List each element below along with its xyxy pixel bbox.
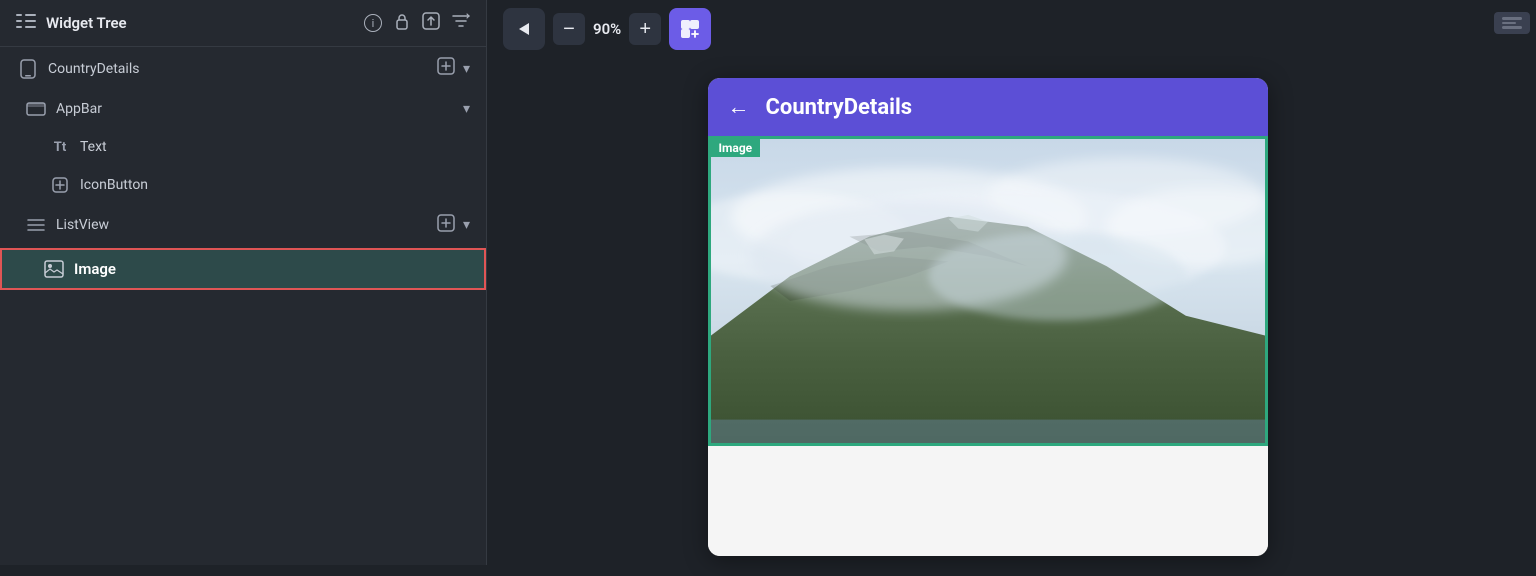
panel-header: Widget Tree i xyxy=(0,0,486,47)
zoom-level: 90% xyxy=(593,20,621,38)
panel-toggle-icon[interactable] xyxy=(1494,12,1530,34)
text-label: Text xyxy=(80,139,470,155)
phone-icon xyxy=(16,60,40,78)
zoom-value: 90% xyxy=(593,20,621,38)
appbar-label: AppBar xyxy=(56,101,463,117)
tree-item-iconbutton[interactable]: IconButton xyxy=(0,166,486,204)
dropdown-icon[interactable]: ▾ xyxy=(463,61,470,77)
left-panel: Widget Tree i xyxy=(0,0,487,565)
image-label: Image xyxy=(74,260,468,278)
tree-item-image[interactable]: Image xyxy=(0,248,486,290)
listview-actions: ▾ xyxy=(437,214,470,236)
country-details-label: CountryDetails xyxy=(48,61,437,77)
image-badge: Image xyxy=(711,139,761,157)
tree-item-listview[interactable]: ListView ▾ xyxy=(0,204,486,246)
upload-icon[interactable] xyxy=(422,12,440,34)
back-button[interactable]: ← xyxy=(728,94,750,120)
tree-item-appbar[interactable]: AppBar ▾ xyxy=(0,90,486,128)
panel-title: Widget Tree xyxy=(46,14,354,32)
app-bar-title: CountryDetails xyxy=(766,95,913,120)
text-icon: Tt xyxy=(48,138,72,156)
canvas-toolbar: − 90% + xyxy=(487,0,1488,58)
appbar-actions: ▾ xyxy=(463,101,470,117)
appbar-dropdown-icon[interactable]: ▾ xyxy=(463,101,470,117)
listview-icon xyxy=(24,216,48,234)
add-component-button[interactable] xyxy=(669,8,711,50)
zoom-out-button[interactable]: − xyxy=(553,13,585,45)
listview-dropdown-icon[interactable]: ▾ xyxy=(463,217,470,233)
app-bar: ← CountryDetails xyxy=(708,78,1268,136)
first-frame-button[interactable] xyxy=(503,8,545,50)
mountain-image xyxy=(711,139,1265,443)
sort-icon[interactable] xyxy=(452,13,470,33)
right-panel xyxy=(1488,0,1536,565)
iconbutton-icon xyxy=(48,176,72,194)
widget-tree-icon xyxy=(16,13,36,34)
image-widget-icon xyxy=(42,260,66,278)
image-container[interactable]: Image xyxy=(708,136,1268,446)
listview-add-icon[interactable] xyxy=(437,214,455,236)
phone-body-content xyxy=(708,446,1268,556)
panel-header-actions: i xyxy=(364,12,470,34)
iconbutton-label: IconButton xyxy=(80,177,470,193)
country-details-actions: ▾ xyxy=(437,57,470,80)
zoom-in-button[interactable]: + xyxy=(629,13,661,45)
listview-label: ListView xyxy=(56,217,437,233)
scroll-indicator[interactable] xyxy=(1265,261,1268,321)
info-icon[interactable]: i xyxy=(364,14,382,32)
tree-items: CountryDetails ▾ AppBar xyxy=(0,47,486,565)
lock-icon[interactable] xyxy=(394,12,410,34)
add-widget-icon[interactable] xyxy=(437,57,455,80)
phone-frame: ← CountryDetails Image xyxy=(708,78,1268,556)
canvas-area: − 90% + ← CountryDetails Image xyxy=(487,0,1488,565)
tree-item-country-details[interactable]: CountryDetails ▾ xyxy=(0,47,486,90)
appbar-icon xyxy=(24,100,48,118)
tree-item-text[interactable]: Tt Text xyxy=(0,128,486,166)
canvas-content: ← CountryDetails Image xyxy=(487,58,1488,576)
